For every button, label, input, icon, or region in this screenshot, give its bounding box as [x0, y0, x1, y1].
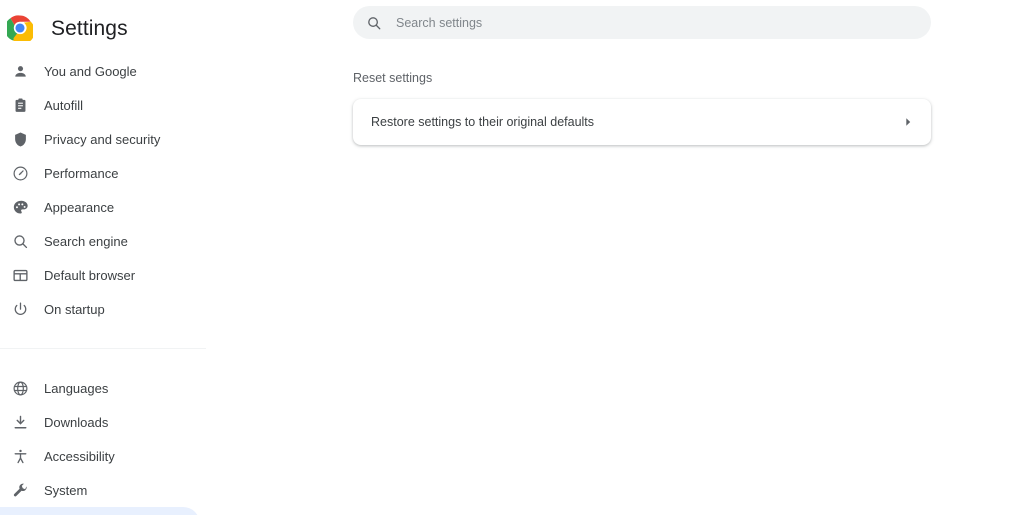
sidebar-item-reset-settings[interactable]: Reset settings — [0, 507, 200, 515]
sidebar-nav: You and Google Autofill Privacy and secu… — [0, 54, 265, 515]
download-icon — [10, 412, 30, 432]
power-icon — [10, 299, 30, 319]
main-content: Reset settings Restore settings to their… — [265, 0, 1024, 515]
sidebar-item-label: Appearance — [44, 199, 115, 215]
restore-defaults-row[interactable]: Restore settings to their original defau… — [353, 99, 931, 145]
sidebar-item-label: Autofill — [44, 97, 84, 113]
sidebar-item-appearance[interactable]: Appearance — [0, 190, 265, 224]
reset-settings-card: Restore settings to their original defau… — [353, 99, 931, 145]
shield-icon — [10, 129, 30, 149]
clipboard-icon — [10, 95, 30, 115]
sidebar-item-performance[interactable]: Performance — [0, 156, 265, 190]
sidebar-item-label: Search engine — [44, 233, 128, 249]
sidebar-item-downloads[interactable]: Downloads — [0, 405, 265, 439]
sidebar-item-autofill[interactable]: Autofill — [0, 88, 265, 122]
page-title: Settings — [51, 16, 128, 40]
sidebar-item-label: On startup — [44, 301, 105, 317]
sidebar-item-default-browser[interactable]: Default browser — [0, 258, 265, 292]
sidebar-item-on-startup[interactable]: On startup — [0, 292, 265, 326]
browser-window-icon — [10, 265, 30, 285]
palette-icon — [10, 197, 30, 217]
globe-icon — [10, 378, 30, 398]
sidebar-item-accessibility[interactable]: Accessibility — [0, 439, 265, 473]
chrome-logo-icon — [4, 15, 35, 45]
sidebar-item-label: You and Google — [44, 63, 137, 79]
sidebar-item-label: Performance — [44, 165, 119, 181]
person-icon — [10, 61, 30, 81]
settings-page: Settings You and Google Autofill Privacy… — [0, 0, 1024, 515]
search-icon — [10, 231, 30, 251]
sidebar-item-label: Downloads — [44, 414, 109, 430]
brand-header: Settings — [0, 0, 265, 56]
wrench-icon — [10, 480, 30, 500]
sidebar-item-label: System — [44, 482, 88, 498]
sidebar-item-search-engine[interactable]: Search engine — [0, 224, 265, 258]
search-settings-bar[interactable] — [353, 6, 931, 39]
sidebar-item-label: Languages — [44, 380, 109, 396]
sidebar-item-system[interactable]: System — [0, 473, 265, 507]
sidebar-item-label: Accessibility — [44, 448, 115, 464]
sidebar-item-privacy-and-security[interactable]: Privacy and security — [0, 122, 265, 156]
sidebar-item-label: Privacy and security — [44, 131, 161, 147]
chevron-right-icon — [901, 115, 915, 129]
accessibility-icon — [10, 446, 30, 466]
sidebar-item-label: Default browser — [44, 267, 136, 283]
restore-defaults-label: Restore settings to their original defau… — [371, 114, 595, 129]
sidebar-item-languages[interactable]: Languages — [0, 371, 265, 405]
sidebar: Settings You and Google Autofill Privacy… — [0, 0, 265, 515]
search-icon — [365, 14, 383, 32]
sidebar-item-you-and-google[interactable]: You and Google — [0, 54, 265, 88]
speedometer-icon — [10, 163, 30, 183]
search-input[interactable] — [396, 6, 876, 39]
section-heading: Reset settings — [353, 71, 433, 85]
